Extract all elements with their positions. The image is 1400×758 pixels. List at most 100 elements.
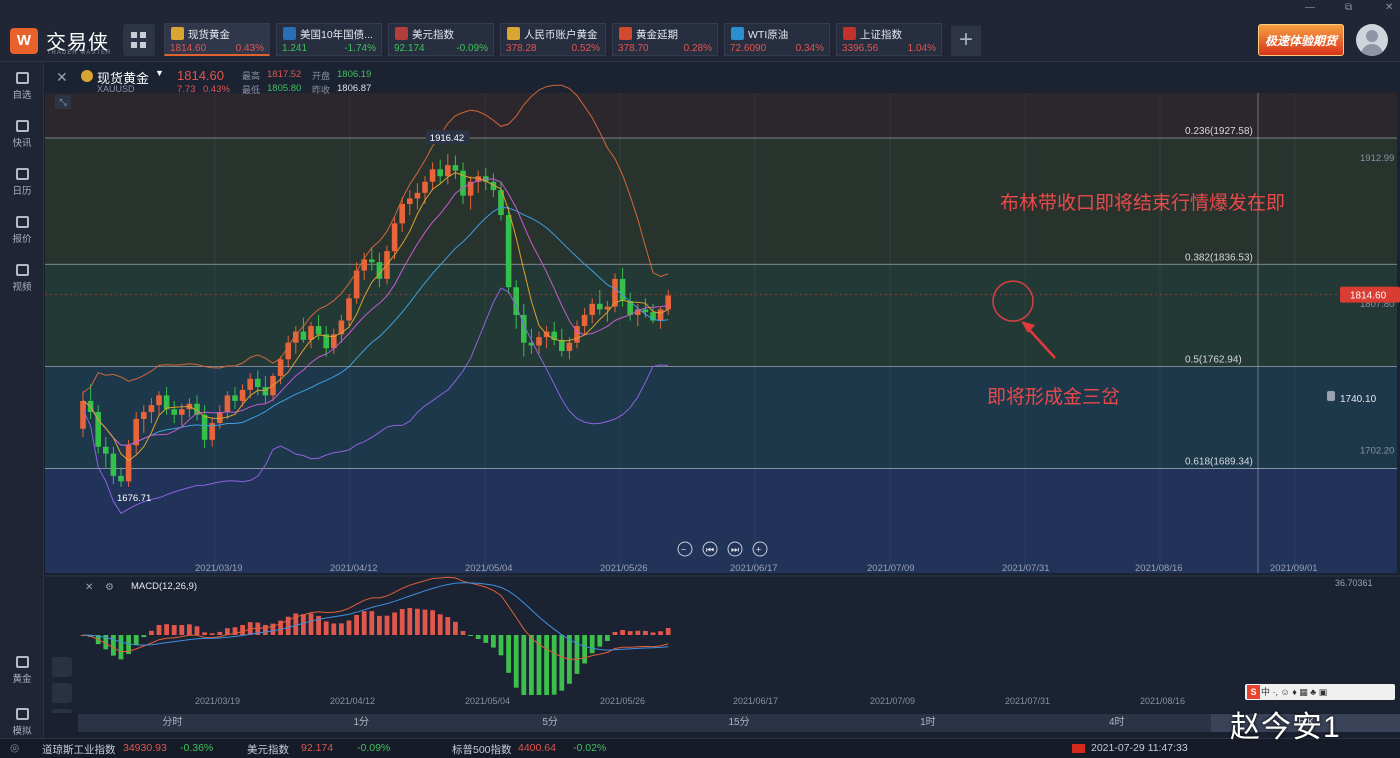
tab-change: 0.34%	[795, 43, 824, 54]
candle-body	[217, 412, 223, 424]
macd-histogram-bar	[399, 608, 405, 635]
macd-histogram-bar	[589, 635, 595, 654]
candle-body	[171, 409, 177, 415]
tab-3[interactable]: 人民币账户黄金 378.28 0.52%	[500, 23, 606, 56]
macd-dea-line	[82, 582, 669, 651]
prev-close-label: 昨收	[312, 85, 331, 95]
indicator-icon[interactable]	[52, 709, 72, 729]
sidebar-item-label: 模拟	[12, 726, 32, 737]
sidebar-item-4[interactable]: 视频	[0, 264, 44, 293]
sidebar-item-5[interactable]: 黄金	[0, 656, 44, 685]
close-icon[interactable]: ✕	[1385, 2, 1393, 13]
bookmark-icon	[15, 72, 29, 84]
minimize-icon[interactable]: —	[1305, 2, 1315, 13]
macd-histogram-bar	[582, 635, 587, 664]
macd-histogram-bar	[551, 635, 557, 695]
gold-coin-icon	[171, 27, 184, 40]
chart-canvas[interactable]: 0.236(1927.58) 0.382(1836.53) 0.5(1762.94)…	[45, 63, 1400, 729]
tab-1[interactable]: 美国10年国债... 1.241 -1.74%	[276, 23, 382, 56]
macd-x-date-label: 2021/07/31	[1005, 696, 1050, 706]
sidebar-item-0[interactable]: 自选	[0, 72, 44, 101]
tab-0[interactable]: 现货黄金 1814.60 0.43%	[164, 23, 270, 56]
tab-price: 1.241	[282, 43, 308, 54]
status-item-1-name[interactable]: 美元指数	[247, 742, 289, 757]
close-chart-icon[interactable]: ✕	[56, 69, 68, 86]
macd-x-date-label: 2021/08/16	[1140, 696, 1185, 706]
tab-name: 美元指数	[412, 29, 454, 41]
tab-change: 0.52%	[571, 43, 600, 54]
candle-body	[619, 278, 626, 302]
headset-icon[interactable]: ◎	[10, 742, 19, 754]
macd-histogram-bar	[635, 630, 641, 635]
news-icon	[15, 120, 29, 132]
left-sidebar: 自选快讯日历报价视频黄金模拟	[0, 62, 44, 738]
draw-tool-icon[interactable]	[52, 657, 72, 677]
candle-body	[581, 314, 588, 327]
price-axis-label-2: 1702.20	[1360, 446, 1394, 457]
macd-histogram-bar	[627, 631, 633, 635]
status-item-0-name[interactable]: 道琼斯工业指数	[42, 742, 116, 757]
tab-name: WTI原油	[748, 29, 789, 41]
candle-body	[300, 331, 307, 340]
timeframe-tab-0[interactable]: 分时	[78, 714, 267, 732]
timeframe-tab-4[interactable]: 1时	[833, 714, 1022, 732]
tab-4[interactable]: 黄金延期 378.70 0.28%	[612, 23, 718, 56]
macd-histogram-bar	[521, 635, 527, 695]
chevron-down-icon[interactable]: ▼	[155, 68, 164, 78]
price-axis-label-0: 1912.99	[1360, 153, 1394, 164]
wallet-icon	[15, 708, 29, 720]
candle-body	[262, 387, 269, 396]
symbol-header: ✕ 现货黄金 ▼ XAUUSD 1814.60 7.73 0.43% 最高 18…	[45, 64, 405, 109]
candle-body	[163, 395, 170, 410]
tab-change: 0.28%	[683, 43, 712, 54]
tab-5[interactable]: WTI原油 72.6090 0.34%	[724, 23, 830, 56]
collapse-icon[interactable]: ⤡	[55, 95, 71, 109]
low-value: 1805.80	[267, 83, 302, 94]
chart-area[interactable]: 0.236(1927.58) 0.382(1836.53) 0.5(1762.94)…	[45, 63, 1400, 729]
user-avatar[interactable]	[1356, 24, 1388, 56]
fib-zone-bottom	[45, 468, 1397, 573]
sidebar-item-3[interactable]: 报价	[0, 216, 44, 245]
candle-body	[315, 326, 322, 335]
promo-banner[interactable]: 极速体验期货	[1258, 24, 1344, 56]
candle-body	[110, 453, 117, 476]
tab-2[interactable]: 美元指数 92.174 -0.09%	[388, 23, 494, 56]
layout-grid-button[interactable]	[123, 24, 155, 56]
gold-icon	[15, 656, 29, 668]
macd-histogram-bar	[118, 635, 124, 660]
macd-histogram-bar	[529, 635, 534, 695]
macd-histogram-bar	[149, 630, 154, 635]
timeframe-tab-3[interactable]: 15分	[645, 714, 834, 732]
sidebar-item-label: 自选	[12, 90, 32, 101]
sidebar-item-1[interactable]: 快讯	[0, 120, 44, 149]
candle-body	[437, 169, 443, 177]
pen-icon[interactable]	[52, 683, 72, 703]
status-item-2-change: -0.02%	[573, 742, 607, 754]
timeframe-tab-1[interactable]: 1分	[267, 714, 456, 732]
annotation-bottom: 即将形成金三岔	[987, 386, 1120, 408]
sidebar-item-label: 日历	[12, 186, 32, 197]
restore-icon[interactable]: ⧉	[1345, 2, 1352, 13]
sidebar-item-6[interactable]: 模拟	[0, 708, 44, 737]
macd-histogram-bar	[171, 625, 177, 635]
timeframe-tab-5[interactable]: 4时	[1022, 714, 1211, 732]
app-window: W 交易侠 TRADER MASTER — ⧉ ✕ 现货黄金 1814.60 0…	[0, 0, 1400, 758]
ime-toolbar: 中 ·, ☺ ♦ ▦ ♣ ▣	[1245, 684, 1395, 700]
candle-body	[597, 303, 603, 310]
macd-histogram-bar	[377, 615, 382, 635]
status-item-2-name[interactable]: 标普500指数	[452, 742, 512, 757]
sidebar-item-2[interactable]: 日历	[0, 168, 44, 197]
datetime: 2021-07-29 11:47:33	[1091, 742, 1188, 754]
timeframe-tab-2[interactable]: 5分	[456, 714, 645, 732]
symbol-change: 7.73	[177, 84, 196, 95]
sidebar-item-label: 报价	[12, 234, 32, 245]
candle-body	[536, 337, 542, 346]
top-bar: W 交易侠 TRADER MASTER — ⧉ ✕ 现货黄金 1814.60 0…	[0, 0, 1400, 62]
macd-close-icon: ✕	[85, 582, 93, 593]
add-tab-button[interactable]: +	[951, 26, 981, 56]
tab-6[interactable]: 上证指数 3396.56 1.04%	[836, 23, 942, 56]
macd-histogram-bar	[339, 623, 344, 635]
candle-body	[308, 326, 314, 340]
weibo-watermark: 赵今安1	[1230, 711, 1341, 744]
candle-body	[369, 259, 375, 263]
